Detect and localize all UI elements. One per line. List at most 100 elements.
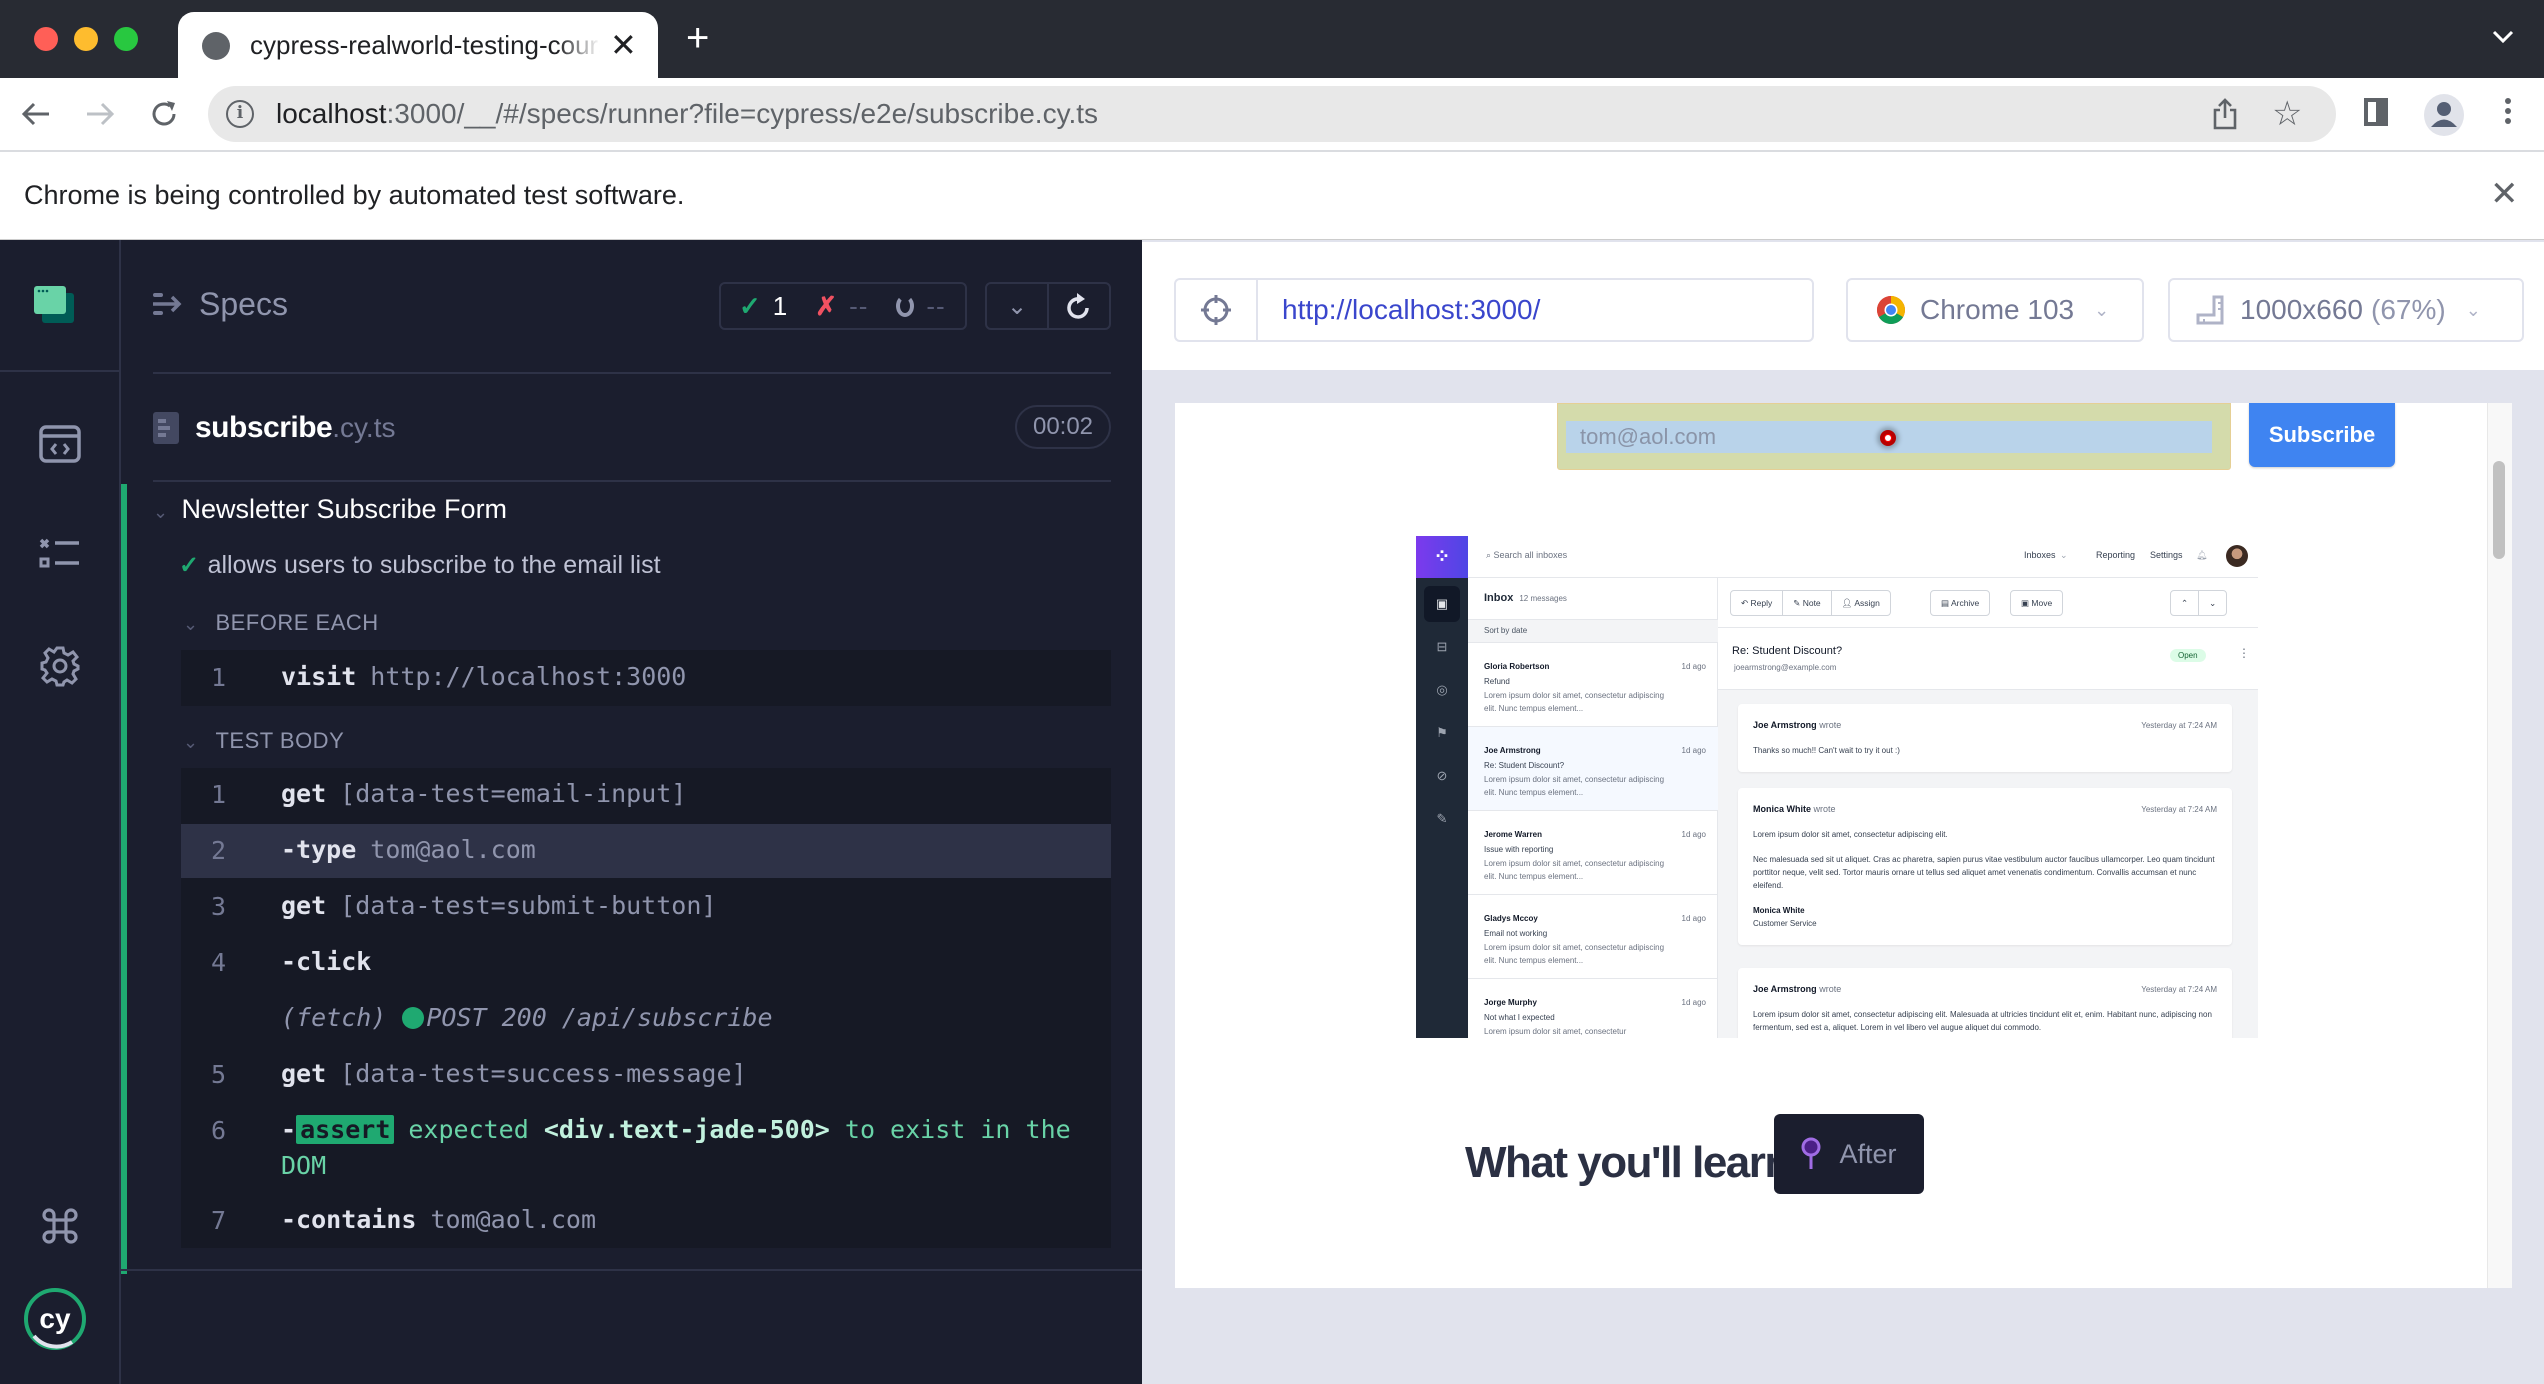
browser-tab[interactable]: cypress-realworld-testing-course ✕ xyxy=(178,12,658,78)
site-info-icon[interactable]: i xyxy=(226,100,254,128)
command-row[interactable]: 4 -click xyxy=(181,936,1111,990)
command-log-reporter: Specs ✓ 1 ✗ -- -- ⌄ subscribe.cy.ts 00:0… xyxy=(121,240,1142,1384)
document-icon xyxy=(153,412,179,444)
rerun-tests-button[interactable] xyxy=(1047,284,1109,328)
gear-icon xyxy=(40,646,80,687)
specs-drawer-icon xyxy=(153,293,182,315)
product-screenshot: ⁘ ▣ ⊟ ◎ ⚑ ⊘ ✎ ⌕ Search all inboxes Inbox… xyxy=(1416,536,2258,1038)
tab-search-chevron-icon[interactable] xyxy=(2492,30,2514,49)
shot-nav-item: Settings xyxy=(2150,550,2183,560)
command-row[interactable]: 1 get [data-test=email-input] xyxy=(181,768,1111,822)
chevron-down-icon: ⌄ xyxy=(183,614,199,634)
selector-playground-button[interactable] xyxy=(1174,278,1256,342)
sidebar-item-specs[interactable] xyxy=(32,416,88,472)
spec-divider xyxy=(153,480,1111,482)
shot-avatar xyxy=(2226,545,2248,567)
user-circle-icon: ◎ xyxy=(1436,682,1448,697)
browser-selector[interactable]: Chrome 103 ⌄ xyxy=(1846,278,2144,342)
address-url: localhost:3000/__/#/specs/runner?file=cy… xyxy=(276,98,1099,129)
command-row[interactable]: 5 get [data-test=success-message] xyxy=(181,1048,1111,1102)
window-minimize-button[interactable] xyxy=(74,27,98,51)
shot-subject: Re: Student Discount? joearmstrong@examp… xyxy=(1718,628,2258,690)
app-preview: http://localhost:3000/ Chrome 103 ⌄ 1000… xyxy=(1142,240,2544,1384)
viewport-scale: (67%) xyxy=(2371,294,2446,325)
before-each-commands: 1 visit http://localhost:3000 xyxy=(181,650,1111,706)
cypress-logo[interactable]: cy xyxy=(22,1286,88,1357)
shot-sidebar: ⁘ ▣ ⊟ ◎ ⚑ ⊘ ✎ xyxy=(1416,536,1468,1038)
aut-scrollbar[interactable] xyxy=(2487,403,2512,1288)
browser-name: Chrome 103 xyxy=(1920,294,2075,325)
suite-title: Newsletter Subscribe Form xyxy=(181,494,508,524)
command-row[interactable]: 3 get [data-test=submit-button] xyxy=(181,880,1111,934)
snapshot-after-badge[interactable]: After xyxy=(1774,1114,1924,1194)
command-row[interactable]: 7 -contains tom@aol.com xyxy=(181,1194,1111,1248)
share-icon[interactable] xyxy=(2212,98,2238,135)
subscribe-button[interactable]: Subscribe xyxy=(2249,403,2395,467)
tab-close-icon[interactable]: ✕ xyxy=(610,26,637,64)
test-title: allows users to subscribe to the email l… xyxy=(207,551,661,579)
forward-arrow-icon[interactable] xyxy=(80,94,120,134)
browser-menu-icon[interactable] xyxy=(2500,94,2516,128)
bookmark-star-icon[interactable]: ☆ xyxy=(2272,94,2302,134)
fetch-status-dot-icon xyxy=(402,1007,425,1029)
test-row[interactable]: ✓ allows users to subscribe to the email… xyxy=(179,551,661,580)
assert-row[interactable]: 6 - assert expected <div.text-jade-500> to… xyxy=(181,1104,1111,1194)
reload-icon[interactable] xyxy=(144,94,184,134)
profile-avatar-icon[interactable] xyxy=(2424,94,2464,136)
chevron-down-icon: ⌄ xyxy=(183,732,199,752)
shot-mail-item: Jerome Warren 1d ago Issue with reporting L… xyxy=(1468,811,1718,895)
specs-list-toggle[interactable]: Specs xyxy=(153,282,288,326)
preview-toolbar: http://localhost:3000/ Chrome 103 ⌄ 1000… xyxy=(1142,240,2544,370)
new-tab-button[interactable]: + xyxy=(686,18,709,58)
email-input-highlight[interactable]: tom@aol.com xyxy=(1557,403,2231,470)
side-panel-icon[interactable] xyxy=(2364,98,2388,126)
sidebar-divider xyxy=(0,370,120,372)
passed-count: 1 xyxy=(772,290,788,321)
chevron-down-icon: ⌄ xyxy=(2094,299,2110,320)
globe-icon xyxy=(202,32,230,60)
reporter-controls: ⌄ xyxy=(985,282,1111,330)
shot-inbox-list: Inbox 12 messages Sort by date Gloria Rob… xyxy=(1468,578,1718,1038)
more-vertical-icon: ⋮ xyxy=(2238,646,2250,660)
back-arrow-icon[interactable] xyxy=(16,94,56,134)
aut-scrollbar-thumb[interactable] xyxy=(2493,461,2505,559)
project-logo-icon[interactable] xyxy=(32,284,76,331)
shot-mail-item: Gloria Robertson 1d ago Refund Lorem ipsum … xyxy=(1468,643,1718,727)
command-row-active[interactable]: 2 -type tom@aol.com xyxy=(181,824,1111,878)
passed-check-icon: ✓ xyxy=(739,290,761,321)
cypress-sidebar: cy xyxy=(0,240,121,1384)
sidebar-item-runs[interactable] xyxy=(32,526,88,582)
suite-status-bar xyxy=(121,484,127,1274)
command-row[interactable]: 1 visit http://localhost:3000 xyxy=(181,651,1111,705)
fetch-log-row[interactable]: (fetch) POST 200 /api/subscribe xyxy=(181,992,1111,1046)
code-window-icon xyxy=(39,425,81,463)
shot-action-bar: ↶ Reply ✎ Note 👤︎ Assign ▤ Archive ▣ Move … xyxy=(1718,578,2258,628)
archive-icon: ⊟ xyxy=(1436,639,1448,654)
rerun-icon xyxy=(1067,293,1089,319)
test-list-icon xyxy=(39,538,79,568)
address-bar[interactable]: i localhost:3000/__/#/specs/runner?file=… xyxy=(208,86,2336,142)
collapse-all-chevron-icon[interactable]: ⌄ xyxy=(987,284,1047,328)
window-maximize-button[interactable] xyxy=(114,27,138,51)
hook-title: TEST BODY xyxy=(215,728,345,753)
click-indicator-icon xyxy=(1880,430,1896,446)
pending-spinner-icon xyxy=(896,295,915,317)
hook-before-each[interactable]: ⌄ BEFORE EACH xyxy=(183,610,379,636)
reporter-divider xyxy=(121,1269,1142,1271)
inbox-icon: ▣ xyxy=(1424,586,1460,622)
ruler-icon xyxy=(2196,295,2224,325)
shot-logo-icon: ⁘ xyxy=(1416,536,1468,578)
pending-count: -- xyxy=(926,290,946,321)
window-close-button[interactable] xyxy=(34,27,58,51)
viewport-info[interactable]: 1000x660 (67%) ⌄ xyxy=(2168,278,2524,342)
infobar-close-icon[interactable]: ✕ xyxy=(2490,174,2519,214)
keyboard-shortcuts-button[interactable] xyxy=(32,1198,88,1254)
aut-url[interactable]: http://localhost:3000/ xyxy=(1256,278,1814,342)
test-stats: ✓ 1 ✗ -- -- xyxy=(719,282,967,330)
hook-test-body[interactable]: ⌄ TEST BODY xyxy=(183,728,344,754)
suite-row[interactable]: ⌄ Newsletter Subscribe Form xyxy=(153,494,507,525)
snapshot-label: After xyxy=(1839,1138,1897,1169)
ban-icon: ⊘ xyxy=(1436,768,1448,783)
tab-title: cypress-realworld-testing-course xyxy=(250,30,600,60)
sidebar-item-settings[interactable] xyxy=(32,638,88,694)
